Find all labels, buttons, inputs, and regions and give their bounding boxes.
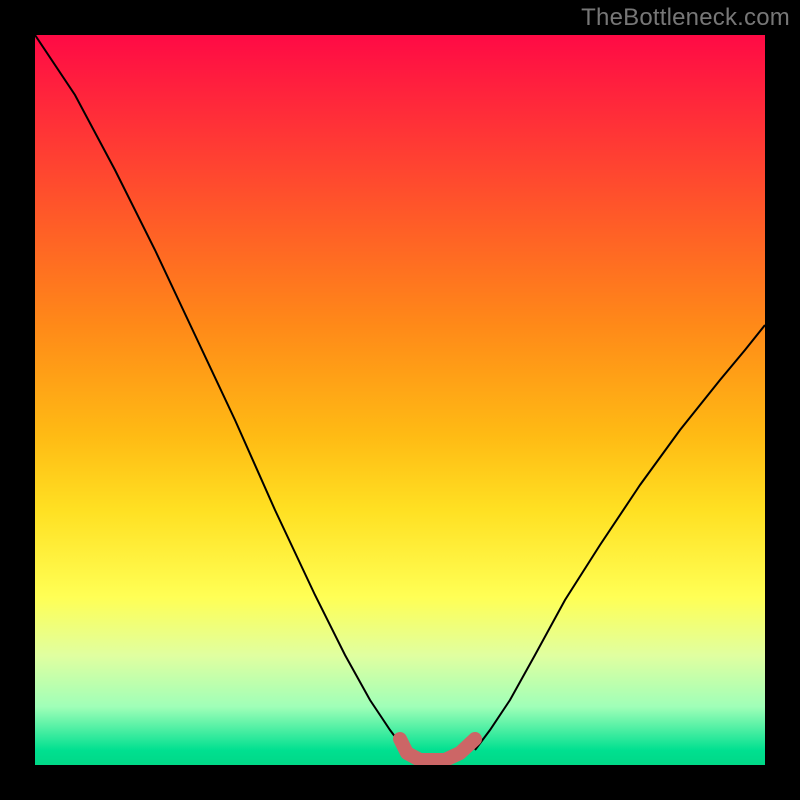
series-right-branch: [475, 325, 765, 750]
watermark-text: TheBottleneck.com: [581, 4, 790, 32]
chart-svg: [35, 35, 765, 765]
chart-frame: TheBottleneck.com: [0, 0, 800, 800]
series-left-branch: [35, 35, 405, 750]
series-bottom-marker: [400, 739, 475, 760]
plot-area: [35, 35, 765, 765]
